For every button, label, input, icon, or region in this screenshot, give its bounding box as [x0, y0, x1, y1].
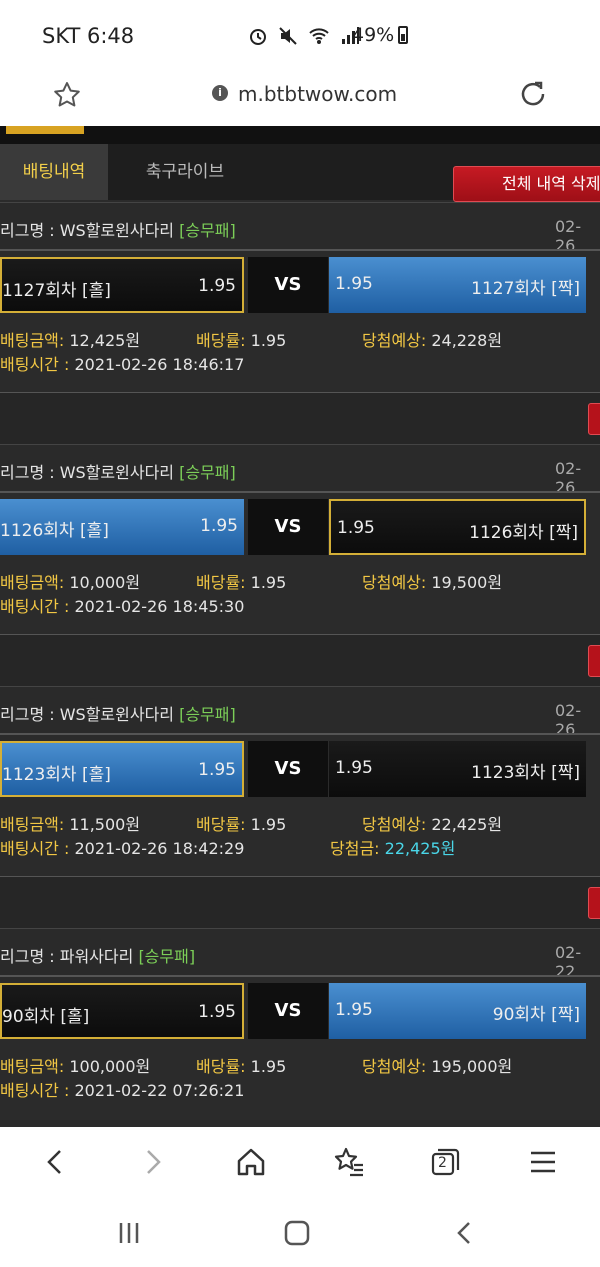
browser-nav-bar: 2	[0, 1127, 600, 1197]
bet-time: 배팅시간 : 2021-02-26 18:45:30	[0, 597, 245, 616]
forward-icon[interactable]	[136, 1145, 170, 1179]
expected-win: 당첨예상: 24,228원	[362, 331, 503, 350]
delete-button[interactable]	[588, 645, 600, 677]
alarm-icon	[250, 29, 266, 45]
bet-amount: 배팅금액: 12,425원	[0, 331, 141, 350]
pick-right[interactable]: 1.95 90회차 [짝]	[329, 983, 586, 1039]
vs-label: VS	[248, 741, 328, 797]
bet-time: 배팅시간 : 2021-02-26 18:46:17	[0, 355, 245, 374]
pick-right[interactable]: 1.95 1126회차 [짝]	[329, 499, 586, 555]
home-icon[interactable]	[234, 1145, 268, 1179]
carrier-time: SKT 6:48	[42, 24, 135, 48]
bet-amount: 배팅금액: 100,000원	[0, 1057, 151, 1076]
vs-label: VS	[248, 983, 328, 1039]
league-name: 리그명 : 파워사다리 [승무패]	[0, 947, 196, 966]
pick-left[interactable]: 1127회차 [홀] 1.95	[0, 257, 244, 313]
bet-odds: 배당률: 1.95	[196, 815, 287, 834]
system-back-icon[interactable]	[450, 1219, 480, 1247]
league-name: 리그명 : WS할로윈사다리 [승무패]	[0, 463, 236, 482]
info-icon[interactable]: i	[212, 85, 228, 101]
system-nav-bar	[0, 1197, 600, 1267]
bet-time: 배팅시간 : 2021-02-26 18:42:29	[0, 839, 245, 858]
expected-win: 당첨예상: 195,000원	[362, 1057, 513, 1076]
league-name: 리그명 : WS할로윈사다리 [승무패]	[0, 221, 236, 240]
bet-card: 리그명 : WS할로윈사다리 [승무패] 02-26 1127회차 [홀] 1.9…	[0, 202, 600, 444]
status-icons	[248, 26, 360, 46]
status-bar: SKT 6:48 49%	[0, 0, 600, 70]
pick-left[interactable]: 1126회차 [홀] 1.95	[0, 499, 244, 555]
bet-header: 리그명 : WS할로윈사다리 [승무패] 02-26	[0, 444, 600, 497]
won-amount: 당첨금: 22,425원	[330, 839, 456, 858]
bet-footer	[0, 634, 600, 686]
divider	[0, 975, 600, 977]
bet-amount: 배팅금액: 11,500원	[0, 815, 141, 834]
home-button-icon[interactable]	[282, 1219, 312, 1247]
bet-footer	[0, 876, 600, 928]
tab-bar: 배팅내역 축구라이브 전체 내역 삭제	[0, 144, 600, 202]
browser-url-bar: i m.btbtwow.com	[0, 70, 600, 126]
delete-button[interactable]	[588, 403, 600, 435]
pick-right[interactable]: 1.95 1123회차 [짝]	[329, 741, 586, 797]
battery-icon	[398, 26, 409, 44]
bet-card: 리그명 : WS할로윈사다리 [승무패] 02-26 1126회차 [홀] 1.9…	[0, 444, 600, 686]
battery-percent: 49%	[352, 24, 395, 46]
reload-icon[interactable]	[518, 79, 548, 109]
bet-odds: 배당률: 1.95	[196, 573, 287, 592]
url-text[interactable]: m.btbtwow.com	[238, 82, 397, 106]
gold-tab-indicator	[6, 126, 84, 134]
bet-card: 리그명 : 파워사다리 [승무패] 02-22 90회차 [홀] 1.95 VS …	[0, 928, 600, 1127]
vs-label: VS	[248, 257, 328, 313]
pick-left[interactable]: 1123회차 [홀] 1.95	[0, 741, 244, 797]
menu-icon[interactable]	[526, 1145, 560, 1179]
delete-button[interactable]	[588, 887, 600, 919]
divider	[0, 249, 600, 251]
pick-left[interactable]: 90회차 [홀] 1.95	[0, 983, 244, 1039]
back-icon[interactable]	[38, 1145, 72, 1179]
bet-odds: 배당률: 1.95	[196, 331, 287, 350]
bet-header: 리그명 : 파워사다리 [승무패] 02-22	[0, 928, 600, 981]
expected-win: 당첨예상: 22,425원	[362, 815, 503, 834]
battery-indicator: 49%	[352, 24, 409, 46]
divider	[0, 733, 600, 735]
tabs-button[interactable]: 2	[428, 1145, 462, 1179]
vs-label: VS	[248, 499, 328, 555]
bet-header: 리그명 : WS할로윈사다리 [승무패] 02-26	[0, 686, 600, 739]
mute-icon	[279, 27, 297, 45]
divider	[0, 491, 600, 493]
bet-odds: 배당률: 1.95	[196, 1057, 287, 1076]
top-strip	[0, 126, 600, 144]
league-name: 리그명 : WS할로윈사다리 [승무패]	[0, 705, 236, 724]
bet-card: 리그명 : WS할로윈사다리 [승무패] 02-26 1123회차 [홀] 1.9…	[0, 686, 600, 928]
bet-footer	[0, 392, 600, 444]
bet-header: 리그명 : WS할로윈사다리 [승무패] 02-26	[0, 202, 600, 255]
tab-bet-history[interactable]: 배팅내역	[0, 144, 108, 200]
recent-apps-icon[interactable]	[114, 1219, 144, 1247]
pick-right[interactable]: 1.95 1127회차 [짝]	[329, 257, 586, 313]
bet-time: 배팅시간 : 2021-02-22 07:26:21	[0, 1081, 245, 1100]
tab-count: 2	[438, 1155, 447, 1171]
web-content: 배팅내역 축구라이브 전체 내역 삭제 리그명 : WS할로윈사다리 [승무패]…	[0, 126, 600, 1127]
bet-amount: 배팅금액: 10,000원	[0, 573, 141, 592]
bookmarks-icon[interactable]	[332, 1145, 366, 1179]
bookmark-star-icon[interactable]	[52, 80, 82, 110]
delete-all-button[interactable]: 전체 내역 삭제	[453, 166, 600, 202]
tab-soccer-live[interactable]: 축구라이브	[110, 144, 260, 200]
expected-win: 당첨예상: 19,500원	[362, 573, 503, 592]
wifi-icon	[309, 28, 329, 44]
